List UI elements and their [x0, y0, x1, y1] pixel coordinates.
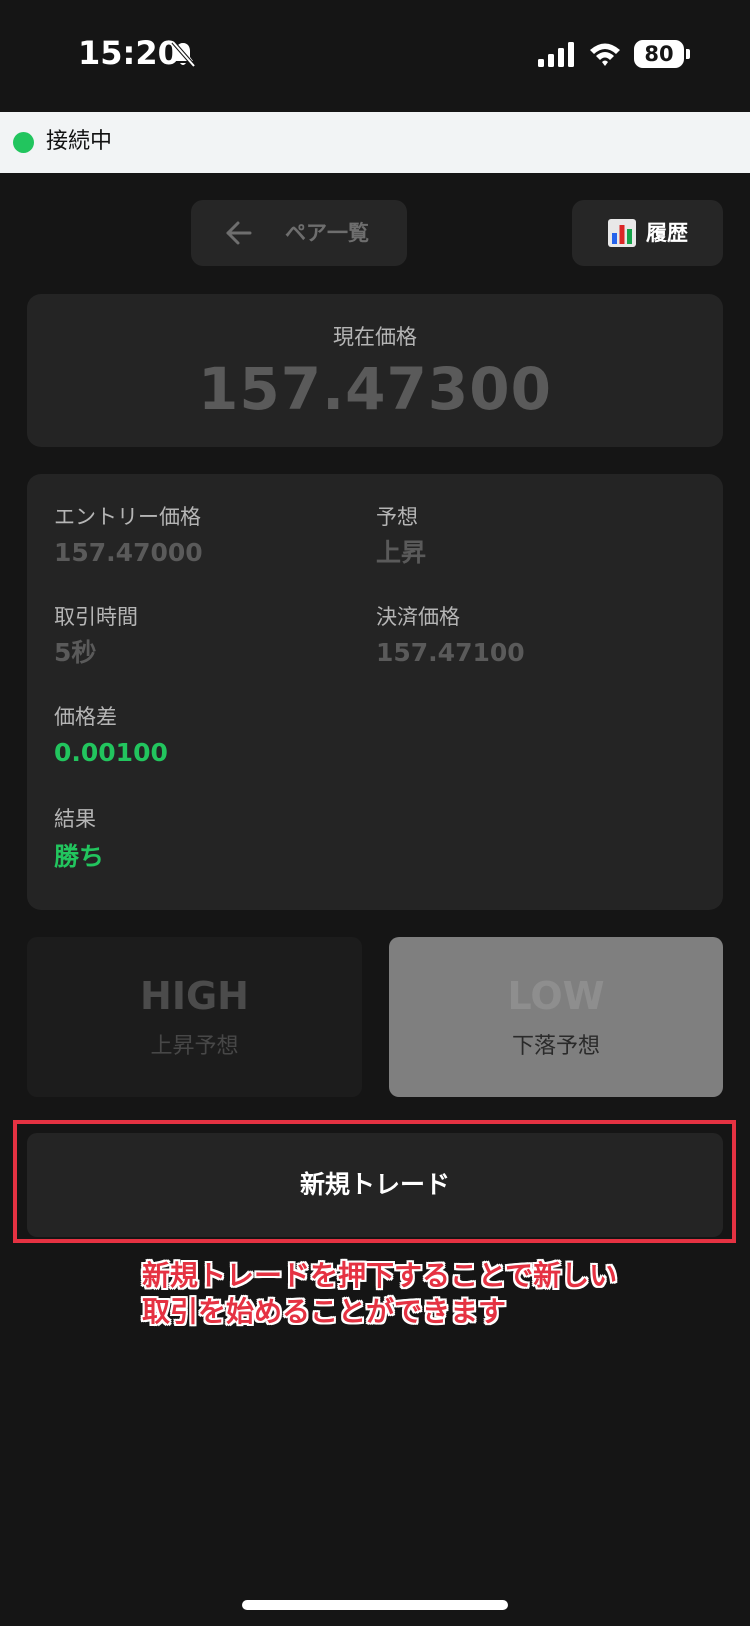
arrow-left-icon: [226, 221, 252, 245]
home-indicator[interactable]: [242, 1600, 508, 1610]
signal-icon: [538, 42, 574, 67]
settle-price-label: 決済価格: [376, 605, 460, 629]
settle-price-value: 157.47100: [376, 638, 525, 667]
price-diff-value: 0.00100: [54, 738, 168, 767]
annotation-line-1: 新規トレードを押下することで新しい: [142, 1259, 618, 1292]
high-button-subtitle: 上昇予想: [150, 1034, 239, 1059]
history-label: 履歴: [646, 221, 688, 245]
price-diff-label: 価格差: [54, 705, 117, 729]
trade-time-value: 5秒: [54, 638, 97, 667]
battery-icon: 80: [634, 40, 684, 68]
connection-status-dot: [13, 132, 34, 153]
high-button-title: HIGH: [140, 974, 249, 1018]
bar-chart-icon: [608, 219, 636, 247]
current-price-value: 157.47300: [198, 355, 552, 423]
connection-status-text: 接続中: [46, 129, 113, 154]
pair-list-button[interactable]: ペア一覧: [191, 200, 407, 266]
result-value: 勝ち: [54, 842, 105, 871]
current-price-caption: 現在価格: [333, 325, 417, 349]
prediction-label: 予想: [376, 505, 418, 529]
result-label: 結果: [54, 807, 96, 831]
prediction-value: 上昇: [376, 538, 427, 567]
entry-price-label: エントリー価格: [54, 505, 201, 529]
status-bar: 15:20 80: [0, 0, 750, 112]
current-price-card: 現在価格 157.47300: [27, 294, 723, 447]
trade-time-label: 取引時間: [54, 605, 138, 629]
bell-slash-icon: [171, 40, 196, 68]
low-button[interactable]: LOW 下落予想: [389, 937, 723, 1097]
annotation-text: 新規トレードを押下することで新しい 取引を始めることができます: [142, 1258, 702, 1330]
highlight-frame: [13, 1120, 736, 1243]
wifi-icon: [590, 43, 620, 66]
history-button[interactable]: 履歴: [572, 200, 723, 266]
low-button-subtitle: 下落予想: [511, 1034, 600, 1059]
trade-details-card: エントリー価格 157.47000 予想 上昇 取引時間 5秒 決済価格 157…: [27, 474, 723, 910]
entry-price-value: 157.47000: [54, 538, 203, 567]
annotation-line-2: 取引を始めることができます: [142, 1295, 507, 1328]
low-button-title: LOW: [507, 974, 605, 1018]
battery-cap: [686, 49, 690, 59]
high-button[interactable]: HIGH 上昇予想: [27, 937, 362, 1097]
status-time: 15:20: [78, 34, 180, 72]
pair-list-label: ペア一覧: [285, 221, 369, 245]
connection-bar: 接続中: [0, 112, 750, 173]
